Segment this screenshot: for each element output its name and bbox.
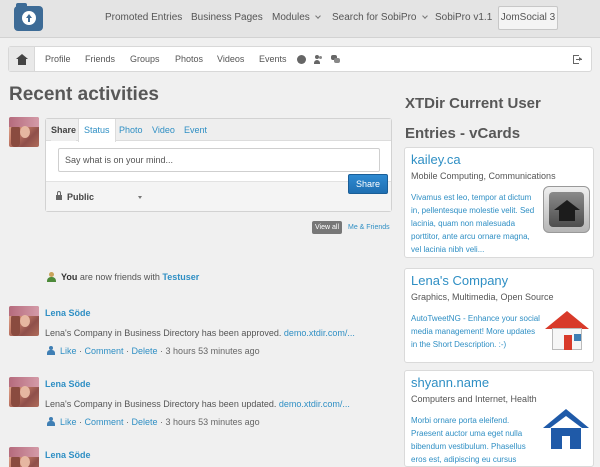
subnav-groups[interactable]: Groups bbox=[130, 47, 160, 71]
user-icon bbox=[47, 417, 55, 426]
share-box: Share Status Photo Video Event Say what … bbox=[45, 118, 392, 212]
house-icon[interactable] bbox=[545, 309, 589, 353]
status-input[interactable]: Say what is on your mind... bbox=[58, 148, 380, 172]
topnav-jomsocial[interactable]: JomSocial 3 bbox=[498, 6, 558, 30]
activity-author[interactable]: Lena Söde bbox=[45, 379, 91, 389]
vcard-description[interactable]: Morbi ornare porta eleifend. Praesent au… bbox=[411, 414, 541, 466]
subnav-videos[interactable]: Videos bbox=[217, 47, 244, 71]
activity-author[interactable]: Lena Söde bbox=[45, 308, 91, 318]
like-link[interactable]: Like bbox=[60, 417, 77, 427]
like-link[interactable]: Like bbox=[60, 346, 77, 356]
friend-name-link[interactable]: Testuser bbox=[162, 272, 199, 282]
privacy-select[interactable]: Public bbox=[67, 190, 94, 204]
subnav-profile[interactable]: Profile bbox=[45, 47, 71, 71]
topnav-business-pages[interactable]: Business Pages bbox=[191, 0, 263, 36]
topnav-sobipro-version[interactable]: SobiPro v1.1 bbox=[435, 0, 492, 36]
subnav-events[interactable]: Events bbox=[259, 47, 287, 71]
avatar[interactable] bbox=[9, 306, 39, 336]
topnav-search-sobipro-label: Search for SobiPro bbox=[332, 12, 417, 23]
globe-icon[interactable] bbox=[297, 55, 306, 64]
topnav-modules[interactable]: Modules bbox=[272, 0, 321, 36]
chevron-down-icon bbox=[421, 13, 428, 19]
avatar[interactable] bbox=[9, 447, 39, 467]
friend-notice-text: are now friends with bbox=[79, 272, 160, 282]
activity-message: Lena's Company in Business Directory has… bbox=[45, 328, 282, 338]
activity-link[interactable]: demo.xtdir.com/... bbox=[284, 328, 355, 338]
avatar[interactable] bbox=[9, 117, 39, 147]
share-tabs: Share Status Photo Video Event bbox=[46, 119, 391, 142]
share-button[interactable]: Share bbox=[348, 174, 388, 194]
vcard-description[interactable]: AutoTweetNG - Enhance your social media … bbox=[411, 312, 541, 351]
home-button[interactable] bbox=[9, 47, 35, 71]
activity-text: Lena's Company in Business Directory has… bbox=[45, 399, 350, 409]
friend-notice-you: You bbox=[61, 272, 78, 282]
topnav-promoted-entries[interactable]: Promoted Entries bbox=[105, 0, 182, 36]
activity-meta: Like · Comment · Delete · 3 hours 53 min… bbox=[47, 417, 260, 427]
recent-activities-title: Recent activities bbox=[9, 84, 159, 105]
tab-photo[interactable]: Photo bbox=[119, 119, 143, 141]
vcard-name-link[interactable]: kailey.ca bbox=[411, 152, 461, 167]
comment-link[interactable]: Comment bbox=[85, 417, 124, 427]
top-navbar: Promoted Entries Business Pages Modules … bbox=[0, 0, 600, 38]
chevron-down-icon bbox=[314, 13, 321, 19]
activity-time: 3 hours 53 minutes ago bbox=[165, 417, 260, 427]
activity-link[interactable]: demo.xtdir.com/... bbox=[279, 399, 350, 409]
subnav-photos[interactable]: Photos bbox=[175, 47, 203, 71]
vcard-categories: Graphics, Multimedia, Open Source bbox=[411, 292, 554, 302]
profile-subnav: Profile Friends Groups Photos Videos Eve… bbox=[8, 46, 592, 72]
people-icon[interactable] bbox=[314, 55, 323, 64]
logout-icon[interactable] bbox=[573, 55, 583, 64]
vcard-categories: Computers and Internet, Health bbox=[411, 394, 537, 404]
activity-author[interactable]: Lena Söde bbox=[45, 450, 91, 460]
friends-icon bbox=[47, 272, 56, 282]
subnav-friends[interactable]: Friends bbox=[85, 47, 115, 71]
topnav-modules-label: Modules bbox=[272, 12, 310, 23]
share-footer: Public Share bbox=[46, 174, 391, 211]
activity-message: Lena's Company in Business Directory has… bbox=[45, 399, 277, 409]
vcard: shyann.name Computers and Internet, Heal… bbox=[404, 370, 594, 467]
tab-share: Share bbox=[51, 119, 77, 141]
vcards-title: XTDir Current User Entries - vCards bbox=[405, 95, 541, 142]
site-logo-folder-icon[interactable] bbox=[14, 3, 43, 31]
topnav-search-sobipro[interactable]: Search for SobiPro bbox=[332, 0, 428, 36]
home-icon[interactable] bbox=[543, 186, 590, 233]
lock-icon bbox=[56, 191, 62, 200]
delete-link[interactable]: Delete bbox=[132, 346, 158, 356]
activity-text: Lena's Company in Business Directory has… bbox=[45, 328, 355, 338]
activity-time: 3 hours 53 minutes ago bbox=[165, 346, 260, 356]
me-friends-filter[interactable]: Me & Friends bbox=[348, 221, 390, 234]
house-icon[interactable] bbox=[543, 409, 589, 449]
vcard-name-link[interactable]: shyann.name bbox=[411, 375, 489, 390]
vcard: kailey.ca Mobile Computing, Communicatio… bbox=[404, 147, 594, 258]
view-all-filter[interactable]: View all bbox=[312, 221, 342, 234]
tab-video[interactable]: Video bbox=[152, 119, 175, 141]
tab-status[interactable]: Status bbox=[78, 119, 116, 142]
user-icon bbox=[47, 346, 55, 355]
friend-notice: You are now friends with Testuser bbox=[61, 272, 199, 282]
vcard-categories: Mobile Computing, Communications bbox=[411, 171, 556, 181]
delete-link[interactable]: Delete bbox=[132, 417, 158, 427]
avatar[interactable] bbox=[9, 377, 39, 407]
vcard-description[interactable]: Vivamus est leo, tempor at dictum in, pe… bbox=[411, 191, 541, 256]
tab-event[interactable]: Event bbox=[184, 119, 207, 141]
vcard: Lena's Company Graphics, Multimedia, Ope… bbox=[404, 268, 594, 363]
activity-meta: Like · Comment · Delete · 3 hours 53 min… bbox=[47, 346, 260, 356]
comment-link[interactable]: Comment bbox=[85, 346, 124, 356]
chat-icon[interactable] bbox=[331, 55, 340, 64]
vcard-name-link[interactable]: Lena's Company bbox=[411, 273, 508, 288]
caret-down-icon[interactable] bbox=[138, 196, 142, 199]
